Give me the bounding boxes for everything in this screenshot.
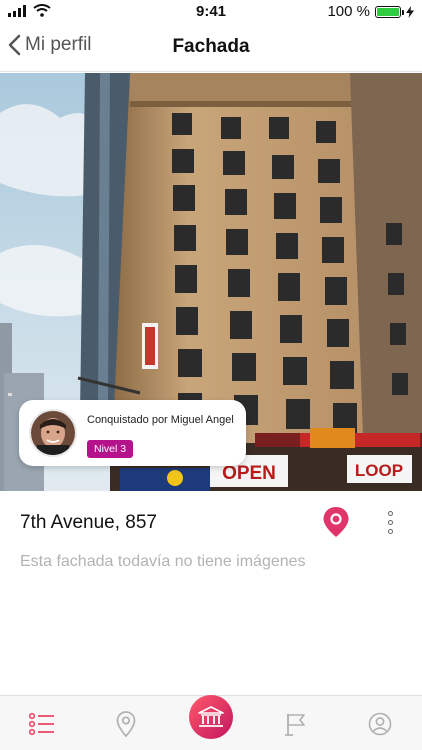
tab-map[interactable] — [110, 708, 142, 740]
open-sign: OPEN — [222, 463, 276, 484]
status-right: 100 % — [327, 3, 414, 20]
battery-percentage: 100 % — [327, 3, 370, 20]
level-badge: Nivel 3 — [87, 440, 134, 458]
address-row: 7th Avenue, 857 — [0, 500, 422, 544]
building-icon — [198, 706, 224, 727]
conquered-by-text: Conquistado por Miguel Angel — [87, 414, 234, 426]
loop-sign: LOOP — [355, 461, 403, 480]
map-pin-icon — [323, 507, 349, 537]
tab-bar — [0, 695, 422, 750]
navigation-bar: Mi perfil Fachada — [0, 24, 422, 72]
profile-icon — [368, 712, 392, 736]
battery-fill — [377, 7, 399, 16]
building-address: 7th Avenue, 857 — [20, 512, 157, 533]
more-options-button[interactable] — [380, 508, 400, 536]
page-title: Fachada — [172, 36, 250, 57]
tab-building[interactable] — [189, 695, 233, 739]
map-pin-icon — [116, 711, 136, 737]
flag-icon — [285, 714, 305, 736]
more-dot — [387, 519, 393, 525]
tab-flag[interactable] — [280, 708, 312, 740]
more-dot — [387, 528, 393, 534]
list-icon — [29, 713, 54, 735]
empty-images-message: Esta fachada todavía no tiene imágenes — [20, 553, 306, 570]
battery-icon — [375, 5, 404, 18]
conquered-by-card[interactable]: Conquistado por Miguel Angel Nivel 3 — [19, 400, 246, 466]
tab-profile[interactable] — [364, 708, 396, 740]
charging-icon — [406, 5, 414, 18]
more-dot — [387, 510, 393, 516]
avatar — [29, 409, 77, 457]
status-bar: 9:41 100 % — [0, 0, 422, 24]
location-button[interactable] — [322, 506, 350, 538]
tab-list[interactable] — [26, 708, 58, 740]
